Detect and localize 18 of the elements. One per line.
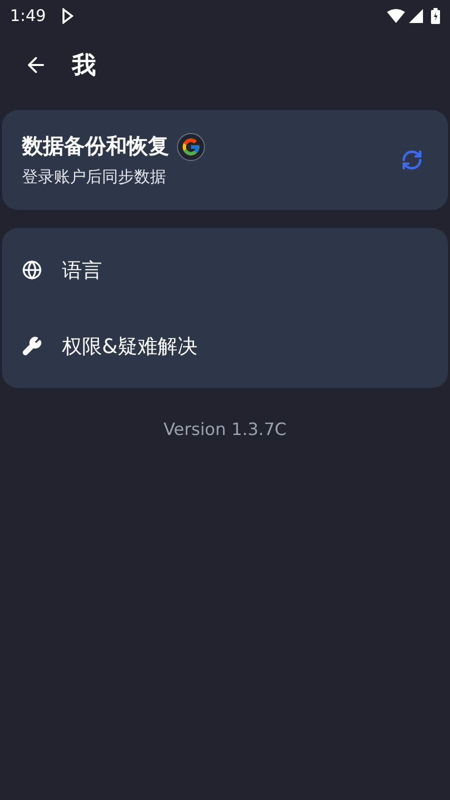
- sync-icon: [401, 149, 423, 171]
- menu-item-label: 语言: [62, 257, 102, 284]
- battery-icon: [431, 8, 440, 24]
- backup-title: 数据备份和恢复: [22, 133, 169, 160]
- page-title: 我: [72, 50, 96, 81]
- menu-item[interactable]: 语言: [2, 232, 448, 308]
- backup-card[interactable]: 数据备份和恢复 登录账户后同步数据: [2, 110, 448, 210]
- backup-subtitle: 登录账户后同步数据: [22, 166, 167, 188]
- signal-icon: [409, 9, 423, 23]
- status-time: 1:49: [10, 5, 46, 27]
- wifi-icon: [387, 9, 405, 23]
- menu-item[interactable]: 权限&疑难解决: [2, 308, 448, 384]
- wrench-icon: [22, 336, 42, 356]
- globe-icon: [22, 260, 42, 280]
- menu-item-label: 权限&疑难解决: [62, 333, 198, 360]
- google-icon: [177, 133, 205, 161]
- play-icon: [62, 8, 74, 24]
- version-text: Version 1.3.7C: [163, 419, 287, 442]
